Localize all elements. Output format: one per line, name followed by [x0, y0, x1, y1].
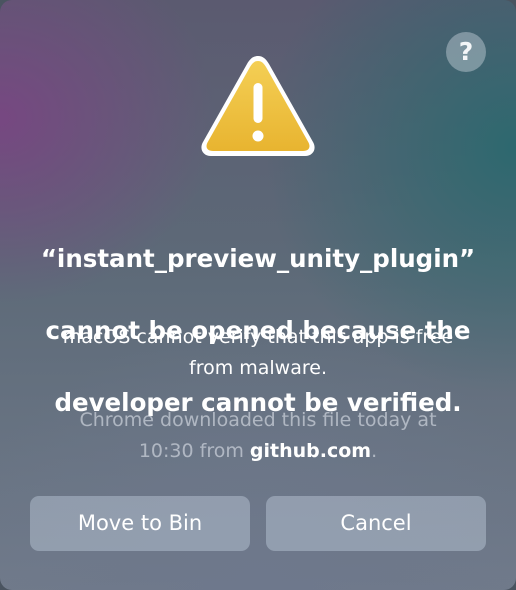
- download-info-line: Chrome downloaded this file today at: [79, 409, 437, 431]
- download-info-line: 10:30 from github.com.: [20, 436, 496, 467]
- dialog-title-line: “instant_preview_unity_plugin”: [40, 244, 476, 273]
- download-info-suffix: .: [371, 440, 378, 462]
- dialog-message-line: from malware.: [189, 357, 327, 379]
- warning-triangle-icon: [201, 56, 315, 156]
- help-button[interactable]: ?: [446, 32, 486, 72]
- download-info: Chrome downloaded this file today at 10:…: [20, 405, 496, 467]
- dialog-message-line: macOS cannot verify that this app is fre…: [62, 326, 454, 348]
- source-domain: github.com: [249, 440, 372, 462]
- dialog-message: macOS cannot verify that this app is fre…: [20, 322, 496, 384]
- cancel-button[interactable]: Cancel: [266, 496, 486, 551]
- help-icon: ?: [458, 37, 474, 66]
- download-time: 10:30 from: [138, 440, 250, 462]
- move-to-bin-button[interactable]: Move to Bin: [30, 496, 250, 551]
- security-alert-dialog: ? “instant_preview_unity_plugin” cannot …: [0, 0, 516, 590]
